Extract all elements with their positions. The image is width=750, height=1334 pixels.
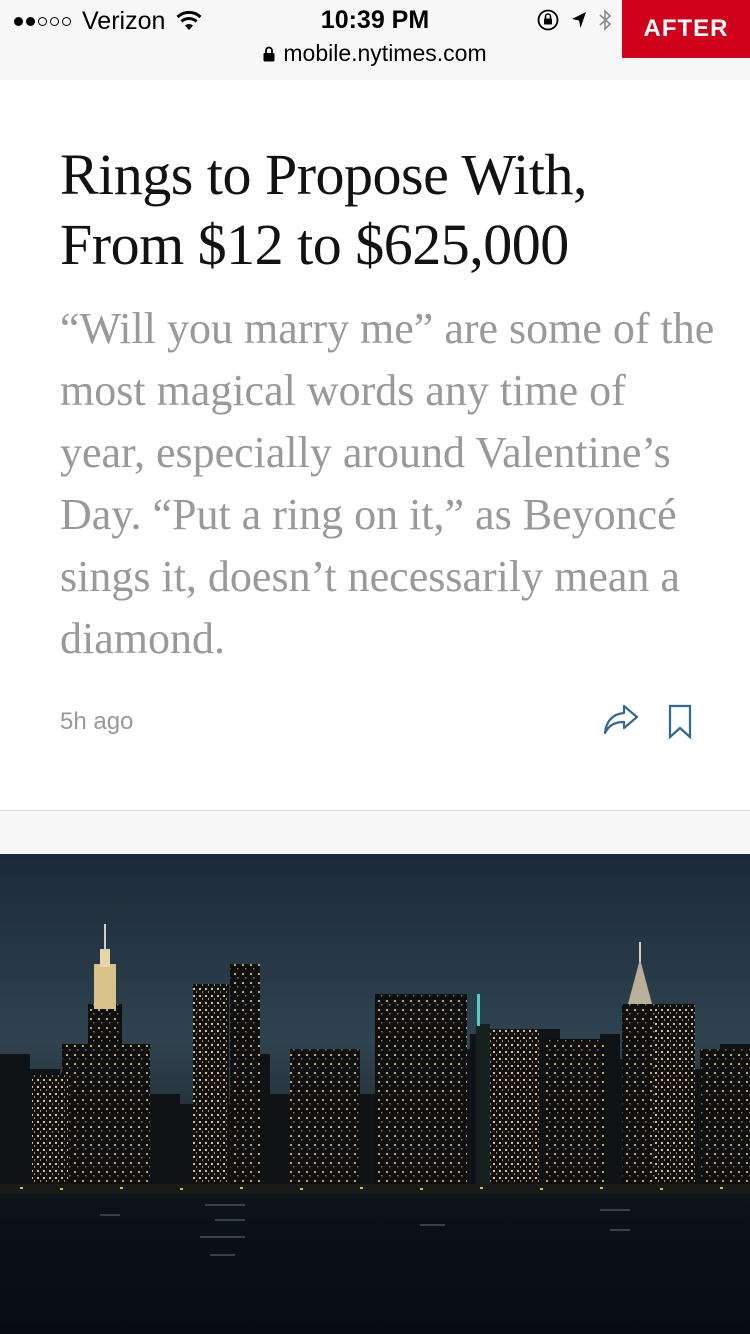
article-summary: “Will you marry me” are some of the most…	[60, 304, 715, 663]
after-badge: AFTER	[622, 0, 750, 58]
article-photo[interactable]	[0, 854, 750, 1334]
bluetooth-icon	[599, 9, 612, 31]
lock-icon	[263, 46, 275, 61]
article-timestamp: 5h ago	[60, 708, 134, 735]
status-right	[536, 8, 622, 32]
share-icon[interactable]	[602, 702, 640, 738]
location-arrow-icon	[572, 12, 586, 28]
url-text: mobile.nytimes.com	[283, 40, 487, 66]
section-divider	[0, 810, 750, 855]
article-headline[interactable]: Rings to Propose With, From $12 to $625,…	[60, 140, 710, 280]
city-skyline-image	[0, 854, 750, 1334]
bookmark-icon[interactable]	[668, 704, 692, 740]
orientation-lock-icon	[537, 9, 559, 31]
status-bar: Verizon 10:39 PM mobile.nytimes.com AFTE…	[0, 0, 750, 81]
article-card[interactable]: Rings to Propose With, From $12 to $625,…	[0, 80, 750, 810]
